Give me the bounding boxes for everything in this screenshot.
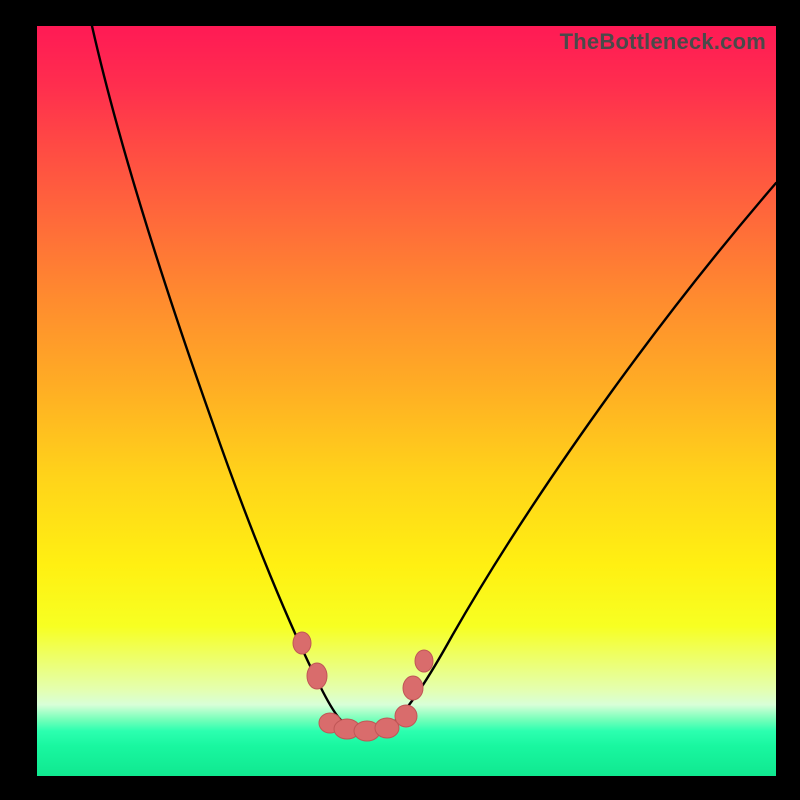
- marker-left-lower: [307, 663, 327, 689]
- marker-right-mid: [403, 676, 423, 700]
- plot-area: TheBottleneck.com: [37, 26, 776, 776]
- marker-group: [293, 632, 433, 741]
- marker-floor-4: [375, 718, 399, 738]
- curve-layer: [37, 26, 776, 776]
- chart-frame: TheBottleneck.com: [0, 0, 800, 800]
- marker-right-lower: [395, 705, 417, 727]
- bottleneck-curve: [92, 26, 776, 732]
- marker-left-upper: [293, 632, 311, 654]
- marker-right-upper: [415, 650, 433, 672]
